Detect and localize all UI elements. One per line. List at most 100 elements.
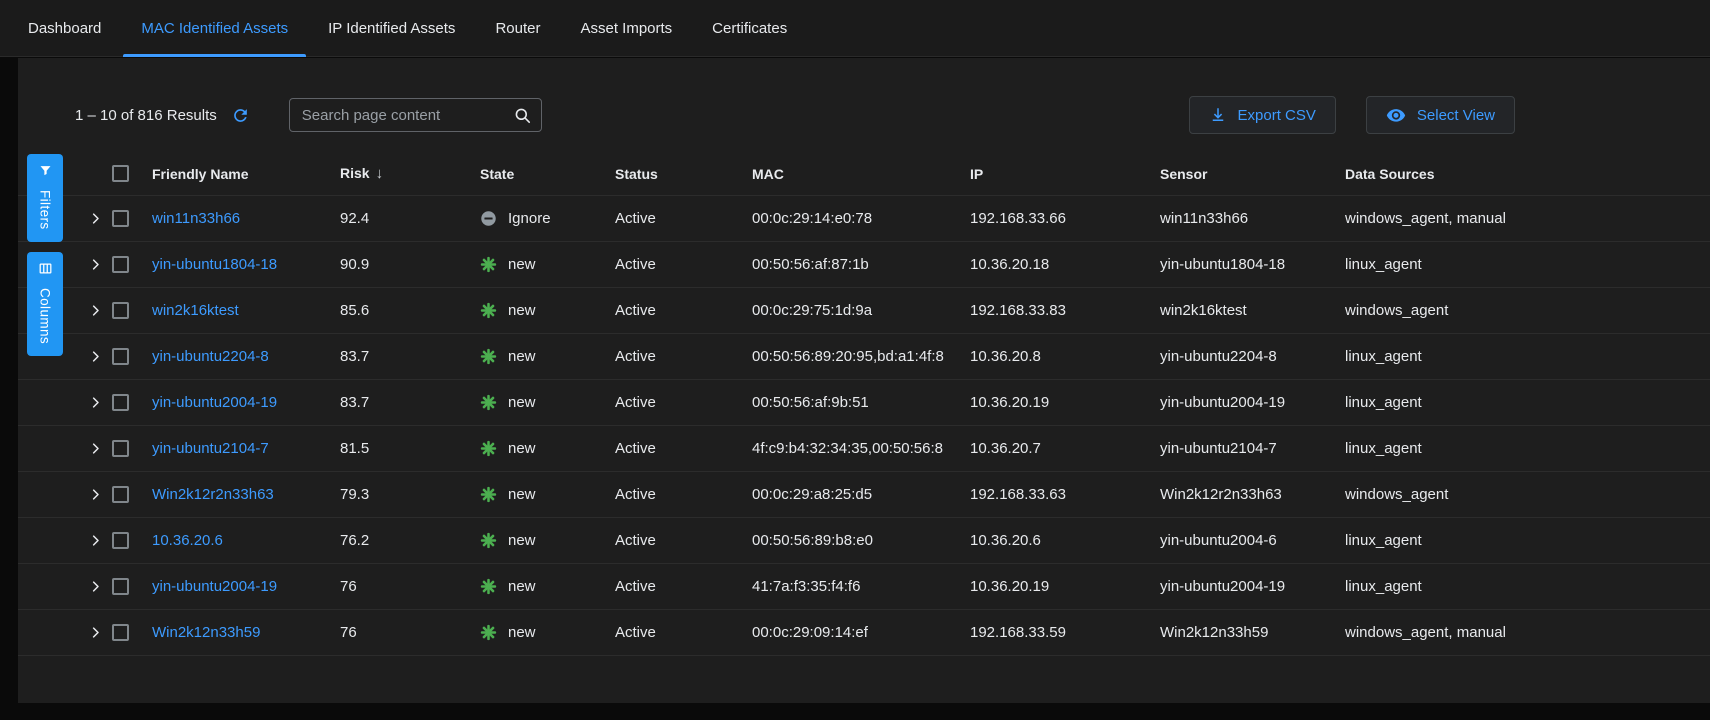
table-row: Win2k12n33h59 76 new Active 00:0c:29:09:… (18, 610, 1710, 656)
new-state-icon (480, 256, 497, 273)
status-value: Active (615, 348, 752, 365)
row-checkbox[interactable] (112, 348, 129, 365)
row-checkbox[interactable] (112, 532, 129, 549)
expand-row-button[interactable] (88, 303, 112, 318)
table-row: yin-ubuntu2004-19 83.7 new Active 00:50:… (18, 380, 1710, 426)
sensor-name: win11n33h66 (1160, 210, 1345, 227)
risk-value: 85.6 (340, 302, 480, 319)
ip-address: 10.36.20.6 (970, 532, 1160, 549)
tab-ip-identified-assets[interactable]: IP Identified Assets (308, 0, 475, 56)
tab-mac-identified-assets[interactable]: MAC Identified Assets (121, 0, 308, 56)
chevron-right-icon (88, 625, 103, 640)
expand-row-button[interactable] (88, 579, 112, 594)
friendly-name-link[interactable]: yin-ubuntu2004-19 (152, 578, 277, 595)
friendly-name-link[interactable]: yin-ubuntu2204-8 (152, 348, 269, 365)
friendly-name-link[interactable]: yin-ubuntu1804-18 (152, 256, 277, 273)
tab-dashboard[interactable]: Dashboard (8, 0, 121, 56)
friendly-name-link[interactable]: yin-ubuntu2104-7 (152, 440, 269, 457)
expand-row-button[interactable] (88, 487, 112, 502)
friendly-name-link[interactable]: win11n33h66 (152, 210, 240, 227)
column-header-state[interactable]: State (480, 166, 615, 182)
expand-row-button[interactable] (88, 533, 112, 548)
row-checkbox[interactable] (112, 210, 129, 227)
export-csv-button[interactable]: Export CSV (1189, 96, 1336, 134)
new-state-icon (480, 302, 497, 319)
friendly-name-link[interactable]: win2k16ktest (152, 302, 239, 319)
row-checkbox[interactable] (112, 624, 129, 641)
mac-address: 00:0c:29:75:1d:9a (752, 302, 970, 319)
data-sources: linux_agent (1345, 256, 1710, 273)
tab-label: Dashboard (28, 20, 101, 37)
column-header-ip[interactable]: IP (970, 166, 1160, 182)
mac-address: 00:50:56:af:9b:51 (752, 394, 970, 411)
column-header-mac[interactable]: MAC (752, 166, 970, 182)
columns-button[interactable]: Columns (27, 252, 63, 356)
data-sources: windows_agent, manual (1345, 624, 1710, 641)
filters-button[interactable]: Filters (27, 154, 63, 242)
expand-row-button[interactable] (88, 349, 112, 364)
row-checkbox[interactable] (112, 394, 129, 411)
state-cell: new (480, 578, 615, 595)
expand-row-button[interactable] (88, 257, 112, 272)
state-cell: new (480, 394, 615, 411)
refresh-icon[interactable] (231, 106, 250, 125)
chevron-right-icon (88, 257, 103, 272)
row-checkbox[interactable] (112, 440, 129, 457)
app-root: Dashboard MAC Identified Assets IP Ident… (0, 0, 1710, 720)
data-sources: windows_agent, manual (1345, 210, 1710, 227)
state-cell: new (480, 302, 615, 319)
chevron-right-icon (88, 211, 103, 226)
select-view-button[interactable]: Select View (1366, 96, 1515, 134)
tab-label: Router (495, 20, 540, 37)
risk-value: 83.7 (340, 394, 480, 411)
row-checkbox[interactable] (112, 578, 129, 595)
filters-button-label: Filters (38, 190, 53, 230)
state-label: new (508, 440, 536, 457)
risk-value: 83.7 (340, 348, 480, 365)
sort-desc-icon: ↓ (376, 165, 384, 182)
column-header-friendly-name[interactable]: Friendly Name (152, 166, 340, 182)
risk-value: 76 (340, 578, 480, 595)
row-checkbox[interactable] (112, 256, 129, 273)
mac-address: 00:50:56:af:87:1b (752, 256, 970, 273)
friendly-name-link[interactable]: Win2k12r2n33h63 (152, 486, 274, 503)
column-header-status[interactable]: Status (615, 166, 752, 182)
row-checkbox[interactable] (112, 302, 129, 319)
state-label: new (508, 486, 536, 503)
search-box[interactable] (289, 98, 542, 132)
select-all-checkbox[interactable] (112, 165, 129, 182)
friendly-name-link[interactable]: Win2k12n33h59 (152, 624, 260, 641)
tab-router[interactable]: Router (475, 0, 560, 56)
tab-certificates[interactable]: Certificates (692, 0, 807, 56)
tab-label: MAC Identified Assets (141, 20, 288, 37)
status-value: Active (615, 210, 752, 227)
column-header-sensor[interactable]: Sensor (1160, 166, 1345, 182)
column-header-data-sources[interactable]: Data Sources (1345, 166, 1710, 182)
table-header-row: Friendly NameRisk↓StateStatusMACIPSensor… (18, 152, 1710, 196)
row-checkbox[interactable] (112, 486, 129, 503)
search-icon[interactable] (513, 106, 532, 125)
columns-button-label: Columns (38, 288, 53, 344)
mac-address: 00:0c:29:09:14:ef (752, 624, 970, 641)
ip-address: 10.36.20.19 (970, 578, 1160, 595)
friendly-name-link[interactable]: yin-ubuntu2004-19 (152, 394, 277, 411)
status-value: Active (615, 394, 752, 411)
friendly-name-link[interactable]: 10.36.20.6 (152, 532, 223, 549)
expand-row-button[interactable] (88, 395, 112, 410)
mac-address: 00:0c:29:14:e0:78 (752, 210, 970, 227)
expand-row-button[interactable] (88, 211, 112, 226)
expand-row-button[interactable] (88, 441, 112, 456)
new-state-icon (480, 394, 497, 411)
new-state-icon (480, 532, 497, 549)
chevron-right-icon (88, 579, 103, 594)
ip-address: 192.168.33.66 (970, 210, 1160, 227)
select-view-label: Select View (1417, 107, 1495, 124)
state-cell: Ignore (480, 210, 615, 227)
state-cell: new (480, 256, 615, 273)
new-state-icon (480, 486, 497, 503)
column-header-risk[interactable]: Risk↓ (340, 165, 480, 182)
sensor-name: yin-ubuntu2104-7 (1160, 440, 1345, 457)
search-input[interactable] (290, 99, 541, 131)
tab-asset-imports[interactable]: Asset Imports (560, 0, 692, 56)
expand-row-button[interactable] (88, 625, 112, 640)
